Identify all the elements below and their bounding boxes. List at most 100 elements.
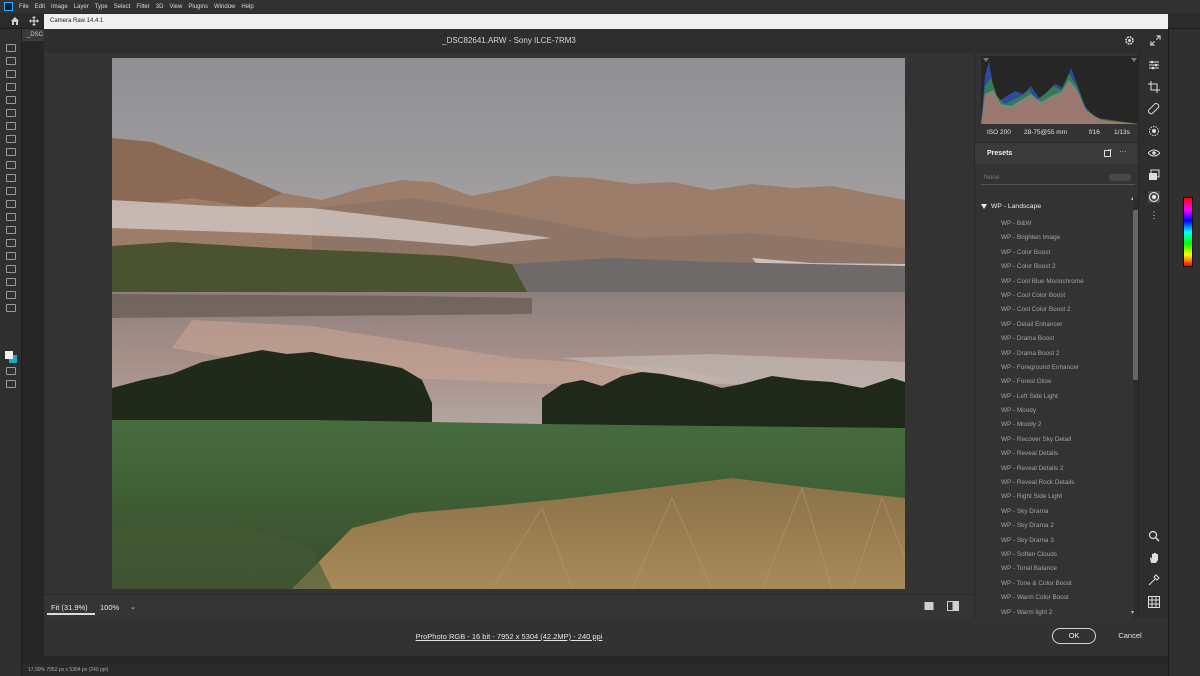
edit-sliders-icon[interactable] [1148, 59, 1160, 71]
preset-item[interactable]: WP - Brighten Image [1001, 231, 1131, 245]
more-options-icon[interactable]: ⋮ [1148, 209, 1160, 221]
menu-window[interactable]: Window [214, 4, 235, 10]
ps-tool-zoom-icon[interactable] [6, 304, 16, 312]
ps-tool-move-icon[interactable] [6, 44, 16, 52]
ok-button[interactable]: OK [1052, 628, 1096, 644]
ps-tool-crop-icon[interactable] [6, 96, 16, 104]
new-preset-icon[interactable] [1104, 149, 1112, 157]
ps-tool-pen-icon[interactable] [6, 239, 16, 247]
menu-type[interactable]: Type [95, 4, 108, 10]
ps-tool-frame-icon[interactable] [6, 109, 16, 117]
menu-layer[interactable]: Layer [74, 4, 89, 10]
ps-tool-hand-icon[interactable] [6, 291, 16, 299]
ps-right-panels [1168, 29, 1200, 676]
hand-icon[interactable] [1148, 552, 1160, 564]
scroll-down-icon[interactable]: ▾ [1131, 609, 1134, 616]
more-icon[interactable]: ··· [1119, 148, 1127, 156]
menu-help[interactable]: Help [241, 4, 253, 10]
zoom-fit-button[interactable]: Fit (31.9%) [47, 599, 95, 615]
single-view-icon[interactable] [924, 601, 934, 611]
workflow-options-link[interactable]: ProPhoto RGB - 16 bit - 7952 x 5304 (42.… [44, 632, 974, 641]
preset-item[interactable]: WP - Forest Glow [1001, 375, 1131, 389]
foreground-color-swatch[interactable] [5, 351, 13, 359]
preset-item[interactable]: WP - Cool Blue Monochrome [1001, 275, 1131, 289]
preset-group-landscape[interactable]: WP - Landscape [981, 203, 1041, 210]
ps-tool-brush-icon[interactable] [6, 148, 16, 156]
ps-tool-path-select-icon[interactable] [6, 265, 16, 273]
preset-item[interactable]: WP - Reveal Details [1001, 447, 1131, 461]
ps-tool-history-brush-icon[interactable] [6, 174, 16, 182]
ps-tool-type-icon[interactable] [6, 252, 16, 260]
menu-view[interactable]: View [169, 4, 182, 10]
preset-item[interactable]: WP - Recover Sky Detail [1001, 433, 1131, 447]
zoom-icon[interactable] [1148, 530, 1160, 542]
preset-item[interactable]: WP - Moody [1001, 404, 1131, 418]
preset-amount-slider[interactable] [1109, 174, 1131, 181]
image-canvas[interactable] [44, 53, 974, 594]
menu-image[interactable]: Image [51, 4, 68, 10]
preset-item[interactable]: WP - Reveal Details 2 [1001, 462, 1131, 476]
ps-tool-eraser-icon[interactable] [6, 187, 16, 195]
ps-tool-quickmask-icon[interactable] [6, 367, 16, 375]
preset-item[interactable]: WP - Reveal Rock Details [1001, 476, 1131, 490]
ps-tool-dodge-icon[interactable] [6, 226, 16, 234]
preset-item[interactable]: WP - Right Side Light [1001, 490, 1131, 504]
ps-tool-stamp-icon[interactable] [6, 161, 16, 169]
preset-item[interactable]: WP - Cool Color Boost [1001, 289, 1131, 303]
preset-item[interactable]: WP - Tone & Color Boost [1001, 577, 1131, 591]
ps-tool-heal-icon[interactable] [6, 135, 16, 143]
cancel-button[interactable]: Cancel [1111, 628, 1149, 644]
preset-item[interactable]: WP - Color Boost [1001, 246, 1131, 260]
menu-plugins[interactable]: Plugins [188, 4, 208, 10]
ps-tool-blur-icon[interactable] [6, 213, 16, 221]
expand-icon[interactable] [1150, 35, 1161, 46]
crop-icon[interactable] [1148, 81, 1160, 93]
ps-tool-lasso-icon[interactable] [6, 70, 16, 78]
preset-item[interactable]: WP - Tonal Balance [1001, 562, 1131, 576]
presets-icon[interactable] [1148, 191, 1160, 203]
preset-item[interactable]: WP - Detail Enhancer [1001, 318, 1131, 332]
menu-edit[interactable]: Edit [35, 4, 45, 10]
preset-item[interactable]: WP - Sky Drama 3 [1001, 534, 1131, 548]
mask-icon[interactable] [1148, 125, 1160, 137]
ps-menubar: File Edit Image Layer Type Select Filter… [0, 0, 1200, 13]
preset-item[interactable]: WP - Left Side Light [1001, 390, 1131, 404]
menu-file[interactable]: File [19, 4, 29, 10]
grid-icon[interactable] [1148, 596, 1160, 608]
sampler-icon[interactable] [1148, 574, 1160, 586]
preset-item[interactable]: WP - Drama Boost 2 [1001, 347, 1131, 361]
preset-item[interactable]: WP - Sky Drama [1001, 505, 1131, 519]
move-icon[interactable] [29, 16, 39, 26]
edit-tool-strip: ⋮ [1138, 53, 1168, 618]
redeye-icon[interactable] [1148, 147, 1160, 159]
ps-tool-gradient-icon[interactable] [6, 200, 16, 208]
menu-select[interactable]: Select [114, 4, 131, 10]
preset-item[interactable]: WP - Warm light 2 [1001, 606, 1131, 620]
file-name: _DSC82641.ARW - Sony ILCE-7RM3 [442, 36, 576, 45]
ps-tool-eyedropper-icon[interactable] [6, 122, 16, 130]
ps-tool-screenmode-icon[interactable] [6, 380, 16, 388]
preset-item[interactable]: WP - Sky Drama 2 [1001, 519, 1131, 533]
presets-panel: ISO 200 28-75@55 mm f/16 1/13s Presets ·… [974, 53, 1139, 620]
home-icon[interactable] [10, 16, 20, 26]
chevron-down-icon[interactable]: ⌄ [130, 603, 136, 611]
zoom-percent[interactable]: 100% [100, 603, 119, 612]
before-after-icon[interactable] [947, 601, 959, 611]
color-ramp[interactable] [1183, 197, 1193, 267]
ps-tool-select-icon[interactable] [6, 83, 16, 91]
preset-item[interactable]: WP - Moody 2 [1001, 418, 1131, 432]
gear-icon[interactable] [1124, 35, 1135, 46]
heal-icon[interactable] [1148, 103, 1160, 115]
ps-tool-marquee-icon[interactable] [6, 57, 16, 65]
preset-item[interactable]: WP - Soften Clouds [1001, 548, 1131, 562]
snapshots-icon[interactable] [1148, 169, 1160, 181]
preset-item[interactable]: WP - Cool Color Boost 2 [1001, 303, 1131, 317]
preset-item[interactable]: WP - Color Boost 2 [1001, 260, 1131, 274]
menu-filter[interactable]: Filter [136, 4, 149, 10]
preset-item[interactable]: WP - Warm Color Boost [1001, 591, 1131, 605]
ps-tool-shape-icon[interactable] [6, 278, 16, 286]
menu-3d[interactable]: 3D [156, 4, 164, 10]
preset-item[interactable]: WP - B&W [1001, 217, 1131, 231]
preset-item[interactable]: WP - Foreground Enhancer [1001, 361, 1131, 375]
preset-item[interactable]: WP - Drama Boost [1001, 332, 1131, 346]
